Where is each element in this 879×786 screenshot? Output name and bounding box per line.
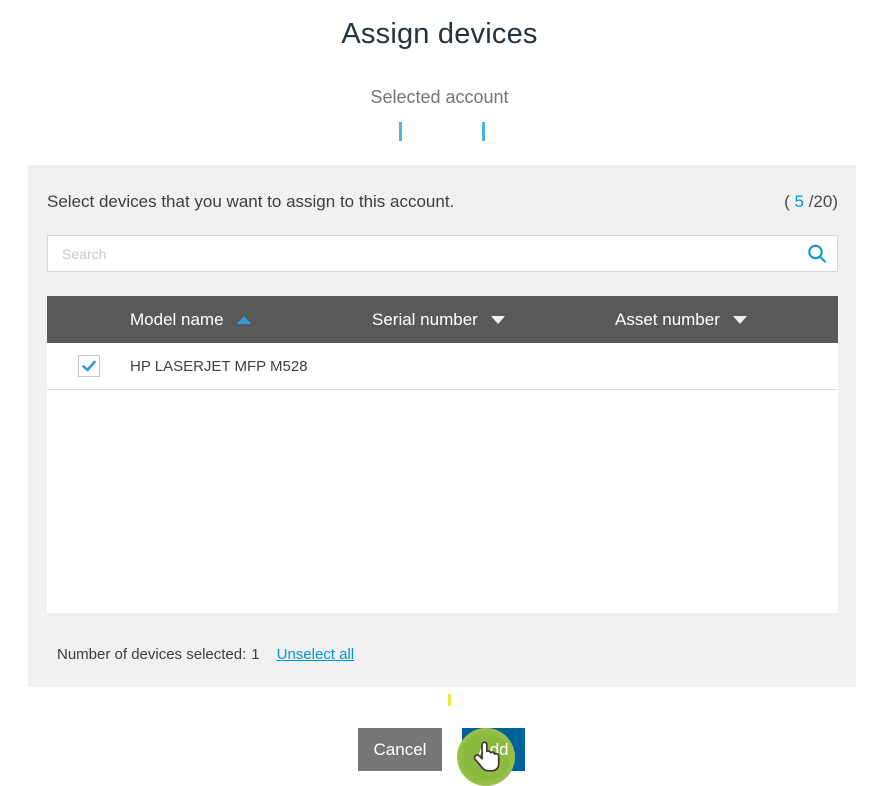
add-button[interactable]: Add [462, 728, 525, 771]
counter-prefix: ( [784, 192, 794, 211]
add-button-label: Add [478, 740, 508, 760]
counter-selected-value: 5 [795, 192, 804, 211]
device-selection-panel: Select devices that you want to assign t… [28, 165, 856, 687]
row-checkbox-cell [47, 355, 130, 377]
yellow-caret-mark [448, 694, 451, 706]
search-box [47, 235, 838, 272]
column-label: Serial number [372, 310, 478, 330]
column-header-serial-number[interactable]: Serial number [372, 310, 615, 330]
column-label: Model name [130, 310, 224, 330]
cancel-button-label: Cancel [374, 740, 427, 760]
devices-table: Model name Serial number Asset number [47, 296, 838, 613]
search-input[interactable] [48, 236, 837, 271]
selected-account-label: Selected account [0, 87, 879, 108]
selection-counter: ( 5 /20) [784, 192, 838, 212]
column-header-asset-number[interactable]: Asset number [615, 310, 838, 330]
table-header-row: Model name Serial number Asset number [47, 296, 838, 343]
row-model-name: HP LASERJET MFP M528 [130, 358, 372, 375]
search-icon[interactable] [806, 243, 828, 265]
table-row[interactable]: HP LASERJET MFP M528 [47, 343, 838, 390]
sort-desc-icon[interactable] [491, 316, 505, 324]
selection-summary: Number of devices selected: 1 Unselect a… [57, 646, 354, 663]
instruction-text: Select devices that you want to assign t… [47, 192, 454, 212]
assign-devices-dialog: { "header": { "title": "Assign devices",… [0, 0, 879, 781]
sort-desc-icon[interactable] [733, 316, 747, 324]
redacted-account-mark-right [482, 122, 485, 141]
selected-devices-label: Number of devices selected: [57, 646, 246, 663]
selected-devices-count: 1 [251, 646, 259, 663]
column-header-model-name[interactable]: Model name [130, 310, 372, 330]
row-checkbox-checked[interactable] [78, 355, 100, 377]
column-label: Asset number [615, 310, 720, 330]
counter-suffix: /20) [804, 192, 838, 211]
redacted-account-mark-left [399, 122, 402, 141]
sort-asc-icon[interactable] [237, 316, 251, 324]
cancel-button[interactable]: Cancel [358, 728, 442, 771]
unselect-all-link[interactable]: Unselect all [277, 646, 355, 663]
page-title: Assign devices [0, 18, 879, 51]
